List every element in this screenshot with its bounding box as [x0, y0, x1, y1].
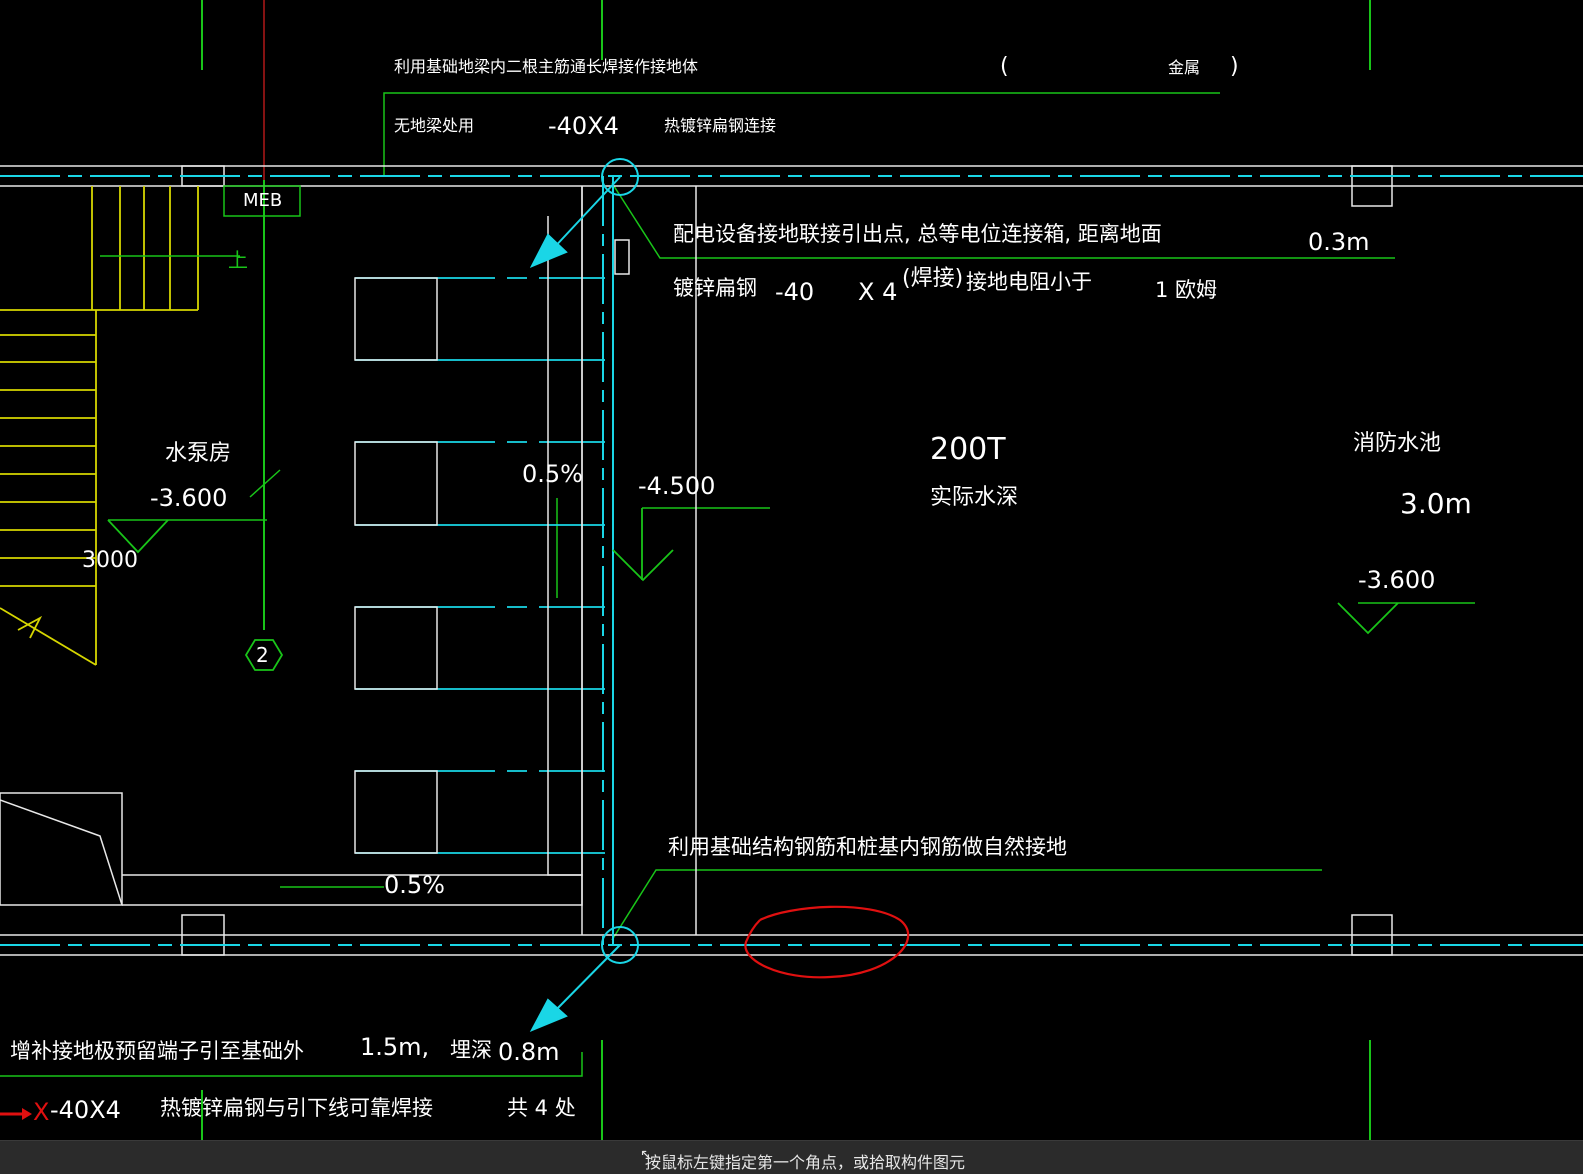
- fire-pool-label: 消防水池: [1353, 431, 1442, 456]
- x-marker-text: X: [33, 1098, 50, 1126]
- one-ohm-label: 1 欧姆: [1155, 278, 1218, 302]
- paren-word-text: 金属: [1168, 58, 1201, 77]
- no-beam-use-text: 无地梁处用: [394, 116, 475, 135]
- top-note-text: 利用基础地梁内二根主筋通长焊接作接地体: [394, 57, 699, 76]
- galvanized-flat-steel: 镀锌扁钢: [673, 276, 757, 300]
- pool-level-label: -3.600: [1358, 566, 1436, 594]
- pump-room-level: -3.600: [150, 484, 228, 512]
- dim-minus-40: -40: [775, 278, 815, 306]
- x4-label: X 4: [858, 278, 898, 306]
- meb-label: MEB: [243, 190, 283, 211]
- slope-mid-label: 0.5%: [522, 460, 583, 488]
- buried-label: 埋深: [450, 1038, 492, 1062]
- command-status-bar: ↖ 按鼠标左键指定第一个角点，或拾取构件图元: [0, 1140, 1583, 1174]
- command-prompt-text: 按鼠标左键指定第一个角点，或拾取构件图元: [645, 1153, 966, 1172]
- hot-dip-link-text: 热镀锌扁钢连接: [664, 116, 777, 135]
- paren-open-text: (: [1000, 54, 1009, 79]
- cad-drawing-canvas[interactable]: [0, 0, 1583, 1140]
- add-terminal-note: 增补接地极预留端子引至基础外: [10, 1039, 304, 1063]
- power-equipment-note: 配电设备接地联接引出点, 总等电位连接箱, 距离地面: [673, 222, 1162, 246]
- flat-steel-bottom-text: -40X4: [50, 1096, 121, 1124]
- natural-grounding-note: 利用基础结构钢筋和桩基内钢筋做自然接地: [668, 835, 1067, 859]
- depth-0-8m: 0.8m: [498, 1038, 560, 1066]
- depth-3-0m: 3.0m: [1400, 487, 1472, 520]
- hot-dip-weld-note: 热镀锌扁钢与引下线可靠焊接: [160, 1096, 433, 1120]
- ground-resistance-label: 接地电阻小于: [966, 270, 1092, 294]
- actual-depth-label: 实际水深: [930, 485, 1019, 510]
- level-mid-label: -4.500: [638, 472, 716, 500]
- capacity-200t: 200T: [930, 432, 1006, 467]
- slope-bottom-label: 0.5%: [384, 871, 445, 899]
- flat-steel-top-text: -40X4: [548, 112, 619, 140]
- height-0-3m: 0.3m: [1308, 228, 1370, 256]
- welded-label: (焊接): [902, 266, 964, 291]
- total-four-label: 共 4 处: [507, 1096, 576, 1120]
- distance-1-5m: 1.5m,: [360, 1033, 430, 1061]
- paren-close-text: ): [1230, 54, 1239, 79]
- axis-2-label: 2: [256, 643, 269, 667]
- pump-room-label: 水泵房: [165, 441, 232, 466]
- dimension-3000: 3000: [82, 548, 138, 573]
- up-label: 上: [228, 248, 248, 272]
